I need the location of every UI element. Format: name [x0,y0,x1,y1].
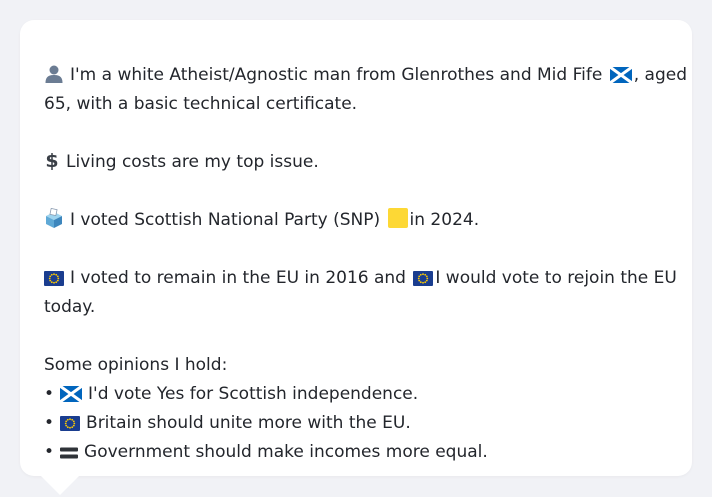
opinion-item: • I'd vote Yes for Scottish independence… [44,380,668,409]
opinions-heading: Some opinions I hold: [44,355,228,375]
dollar-icon: $ [44,150,60,170]
person-icon [44,63,64,83]
opinion-text: Government should make incomes more equa… [84,442,488,462]
eu-flag-icon [60,416,81,431]
speech-bubble-tail [40,475,80,495]
eu-flag-icon [413,271,434,286]
top-issue: $ Living costs are my top issue. [44,148,668,177]
eu-flag-icon [44,271,64,286]
ballot-box-icon [44,208,64,228]
scotland-flag-icon [60,386,83,402]
opinion-item: • Britain should unite more with the EU. [44,409,668,438]
scotland-flag-icon [609,67,632,83]
eu-rejoin-text: I would vote to rejoin the EU [435,268,677,288]
vote-2024-year: in 2024. [409,210,480,230]
bio-age-suffix: , aged [633,65,687,85]
persona-card: I'm a white Atheist/Agnostic man from Gl… [20,20,692,476]
vote-2024: I voted Scottish National Party (SNP) in… [44,206,668,235]
opinion-item: • Government should make incomes more eq… [44,438,668,467]
opinion-text: I'd vote Yes for Scottish independence. [88,384,419,404]
eu-votes: I voted to remain in the EU in 2016 and … [44,264,677,293]
bio-line-1: I'm a white Atheist/Agnostic man from Gl… [44,61,687,90]
eu-votes-line-2: today. [44,297,96,317]
opinion-text: Britain should unite more with the EU. [86,413,411,433]
vote-2024-text: I voted Scottish National Party (SNP) [70,210,381,230]
equals-icon [60,446,79,460]
top-issue-text: Living costs are my top issue. [66,152,319,172]
eu-2016-text: I voted to remain in the EU in 2016 and [70,268,406,288]
bullet: • [44,413,55,433]
snp-yellow-square-icon [387,208,408,228]
bio-line-2: 65, with a basic technical certificate. [44,94,358,114]
svg-text:$: $ [45,150,58,170]
bullet: • [44,384,55,404]
bullet: • [44,442,55,462]
bio-text: I'm a white Atheist/Agnostic man from Gl… [70,65,603,85]
